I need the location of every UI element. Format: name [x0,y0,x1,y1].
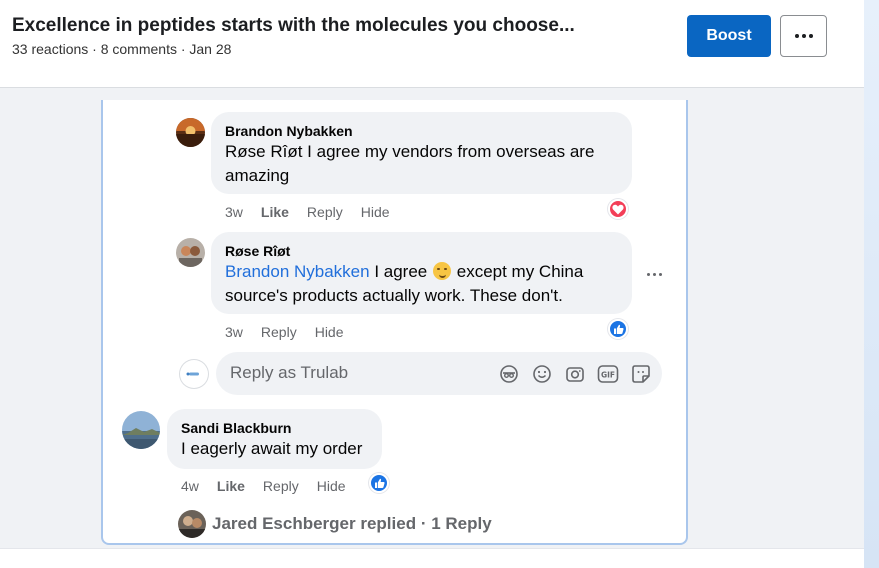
gif-icon[interactable]: GIF [597,363,619,385]
replies-summary-text[interactable]: Jared Eschberger replied · 1 Reply [212,514,492,534]
more-dots-icon [794,34,813,38]
next-section [0,548,864,568]
comment-text: I eagerly await my order [181,439,363,458]
comment-options-button[interactable] [644,264,664,284]
mention-link[interactable]: Brandon Nybakken [225,262,370,281]
post-header: Excellence in peptides starts with the m… [0,0,864,88]
comment-time[interactable]: 3w [225,324,243,340]
post-title[interactable]: Excellence in peptides starts with the m… [12,15,575,37]
comment-actions: 4w Like Reply Hide [181,478,346,494]
comment-actions: 3w Like Reply Hide [225,204,390,220]
like-button[interactable]: Like [261,204,289,220]
comment-time[interactable]: 4w [181,478,199,494]
comment-bubble: Sandi Blackburn I eagerly await my order [167,409,382,469]
smirk-emoji-icon [433,262,451,280]
comment-author[interactable]: Røse Rîøt [225,242,618,260]
hide-button[interactable]: Hide [361,204,390,220]
view-replies-link[interactable]: Jared Eschberger replied · 1 Reply [178,510,492,538]
reply-input[interactable] [230,363,490,383]
trulab-logo-icon [186,372,199,376]
reply-button[interactable]: Reply [261,324,297,340]
scrollbar-track[interactable] [864,0,879,568]
emoji-icon[interactable] [531,363,553,385]
like-button[interactable]: Like [217,478,245,494]
comment-text: Røse Rîøt I agree my vendors from overse… [225,142,595,185]
avatar-image [122,411,160,449]
avatar-image [178,510,206,538]
avatar [178,510,206,538]
comment-text: Brandon Nybakken I agree except my China… [225,260,618,308]
reply-button[interactable]: Reply [307,204,343,220]
avatar[interactable] [176,118,205,147]
boost-button[interactable]: Boost [687,15,771,57]
sticker-icon[interactable] [630,363,652,385]
avatar-image [176,238,205,267]
comment-bubble: Brandon Nybakken Røse Rîøt I agree my ve… [211,112,632,194]
comment-text-part: I agree [374,262,428,281]
hide-button[interactable]: Hide [317,478,346,494]
comment-time[interactable]: 3w [225,204,243,220]
comment-bubble: Røse Rîøt Brandon Nybakken I agree excep… [211,232,632,314]
avatar[interactable] [122,411,160,449]
like-reaction-icon[interactable] [369,473,389,493]
svg-text:GIF: GIF [601,371,615,380]
reply-composer: GIF [216,352,662,395]
hide-button[interactable]: Hide [315,324,344,340]
post-stats: 33 reactions · 8 comments · Jan 28 [12,41,232,57]
comment-actions: 3w Reply Hide [225,324,344,340]
comment-author[interactable]: Brandon Nybakken [225,122,618,140]
comment-author[interactable]: Sandi Blackburn [181,419,368,437]
like-reaction-icon[interactable] [608,319,628,339]
avatar[interactable] [176,238,205,267]
reply-button[interactable]: Reply [263,478,299,494]
avatar-sticker-icon[interactable] [498,363,520,385]
avatar-image [176,118,205,147]
more-options-button[interactable] [780,15,827,57]
page-avatar [180,360,208,388]
love-reaction-icon[interactable] [608,199,628,219]
camera-icon[interactable] [564,363,586,385]
